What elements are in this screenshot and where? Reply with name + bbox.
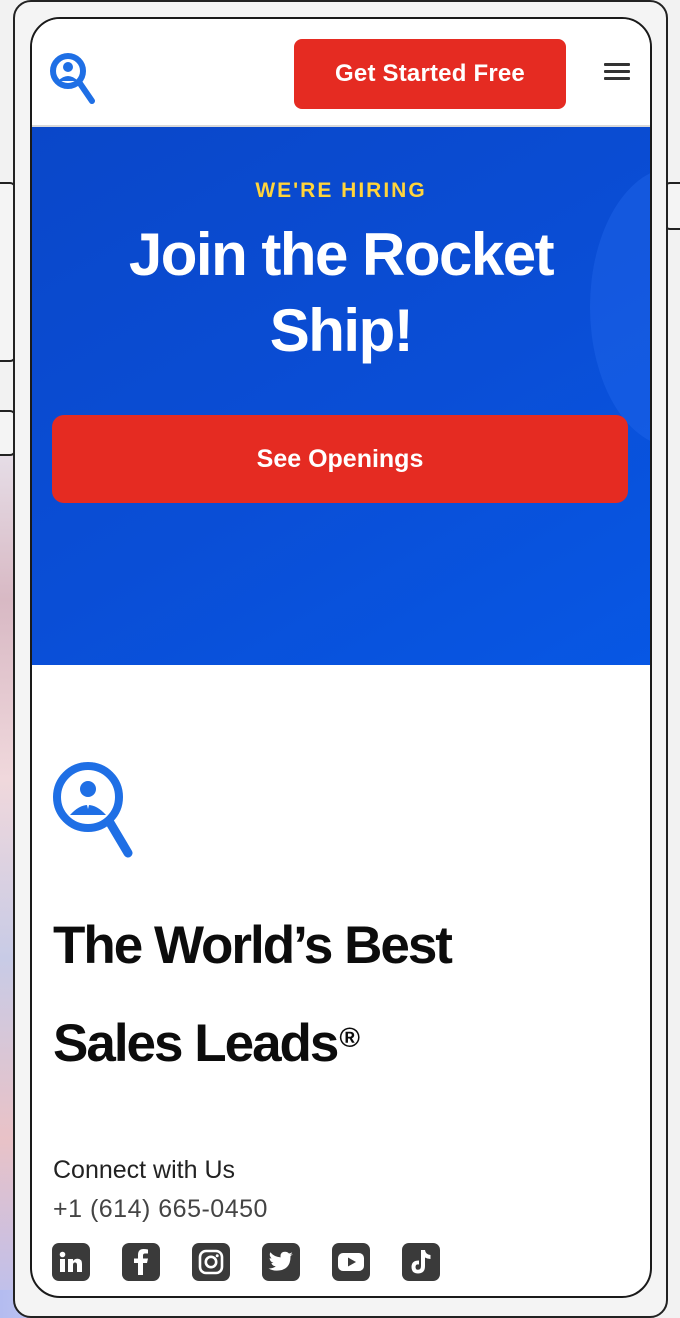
phone-link[interactable]: +1 (614) 665-0450 [53,1195,268,1224]
twitter-icon[interactable] [262,1243,300,1281]
get-started-button[interactable]: Get Started Free [294,39,566,109]
site-header: Get Started Free [32,19,650,127]
tagline-line2-text: Sales Leads [53,1014,339,1073]
hero-title: Join the Rocket Ship! [72,217,610,369]
tiktok-icon[interactable] [402,1243,440,1281]
hiring-eyebrow: WE'RE HIRING [255,179,427,202]
see-openings-button[interactable]: See Openings [52,415,628,503]
hero-title-line1: Join the Rocket [128,221,555,288]
magnifier-user-logo-icon[interactable] [48,51,98,109]
social-links [52,1243,440,1283]
footer-tagline: The World’s Best Sales Leads® [53,897,613,1093]
device-screen: Get Started Free WE'RE HIRING Join the R… [30,17,652,1298]
instagram-icon[interactable] [192,1243,230,1281]
magnifier-user-logo-icon [53,762,133,858]
hamburger-menu-icon[interactable] [604,63,630,85]
youtube-icon[interactable] [332,1243,370,1281]
tagline-line2: Sales Leads® [53,995,613,1093]
tagline-line1: The World’s Best [53,916,453,975]
linkedin-icon[interactable] [52,1243,90,1281]
facebook-icon[interactable] [122,1243,160,1281]
connect-label: Connect with Us [53,1156,236,1184]
registered-mark: ® [339,1022,360,1053]
hero-section: WE'RE HIRING Join the Rocket Ship! See O… [32,127,650,665]
hero-title-line2: Ship! [269,297,414,364]
